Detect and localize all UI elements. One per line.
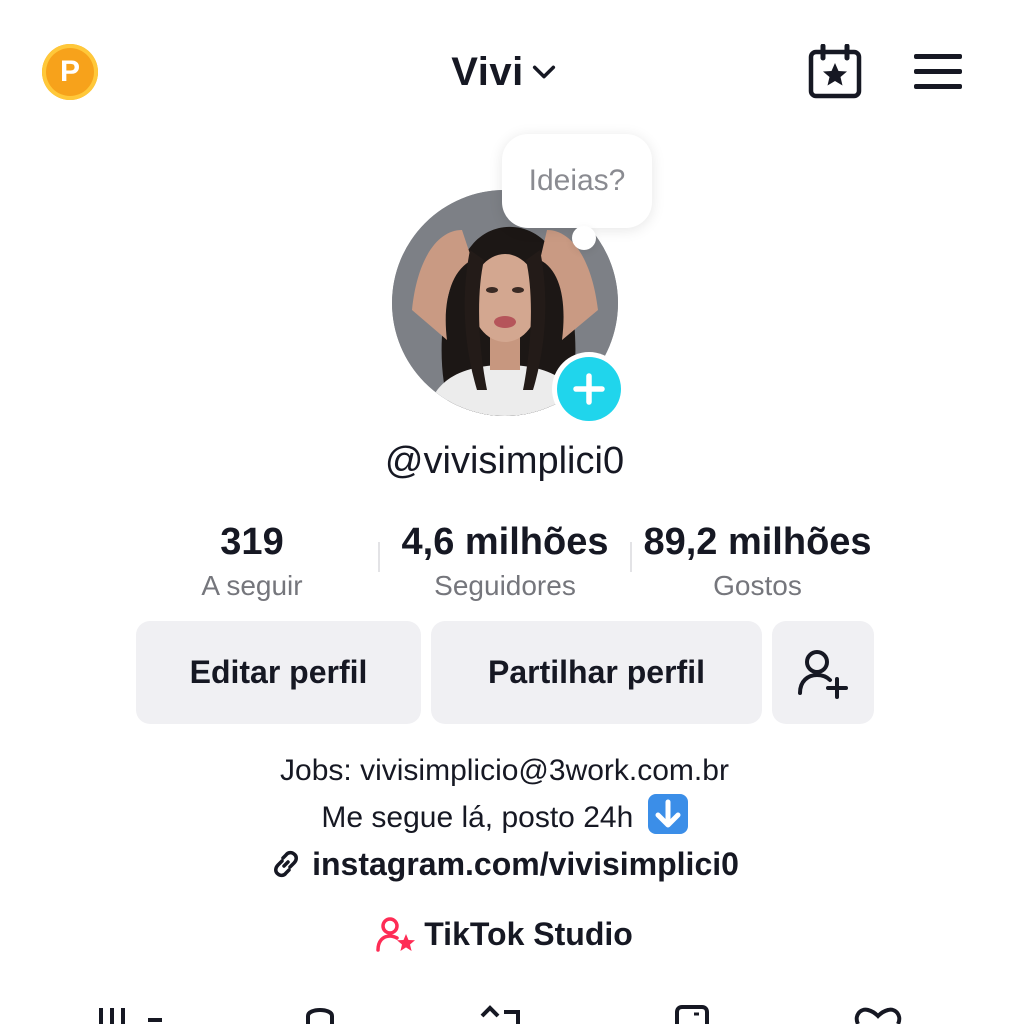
down-arrow-emoji-icon <box>647 794 688 834</box>
add-story-button[interactable] <box>557 357 621 421</box>
creator-star-icon <box>376 917 416 952</box>
stat-followers-value: 4,6 milhões <box>401 521 609 563</box>
add-user-icon <box>798 649 848 699</box>
lock-icon[interactable] <box>300 1002 340 1024</box>
plus-icon <box>573 373 605 405</box>
add-friend-button[interactable] <box>772 621 874 724</box>
bio-line-1: Jobs: vivisimplicio@3work.com.br <box>280 754 729 787</box>
stat-likes-label: Gostos <box>713 570 802 601</box>
edit-profile-button[interactable]: Editar perfil <box>136 621 421 724</box>
heart-icon[interactable] <box>852 1002 904 1024</box>
stat-divider <box>378 542 380 572</box>
grid-icon[interactable] <box>96 1002 166 1024</box>
calendar-star-icon[interactable] <box>806 44 866 100</box>
edit-profile-label: Editar perfil <box>189 654 368 690</box>
bubble-tail <box>572 226 596 250</box>
username-handle: @vivisimplici0 <box>384 440 625 482</box>
share-profile-button[interactable]: Partilhar perfil <box>431 621 762 724</box>
stat-following-label: A seguir <box>201 570 303 601</box>
bio-line-2: Me segue lá, posto 24h <box>0 794 1009 835</box>
account-name: Vivi <box>451 49 524 94</box>
link-icon <box>274 850 299 878</box>
stat-likes-value: 89,2 milhões <box>643 521 872 563</box>
share-profile-label: Partilhar perfil <box>488 654 705 690</box>
stat-following-value: 319 <box>220 521 284 563</box>
stat-followers-label: Seguidores <box>434 570 576 601</box>
ideas-bubble[interactable]: Ideias? <box>502 134 652 228</box>
chevron-down-icon <box>532 65 555 79</box>
bio-link-text: instagram.com/vivisimplici0 <box>312 845 739 882</box>
stat-following[interactable]: 319 A seguir <box>172 520 332 602</box>
stat-followers[interactable]: 4,6 milhões Seguidores <box>385 520 625 602</box>
bookmark-icon[interactable] <box>672 1002 712 1024</box>
tiktok-studio-label: TikTok Studio <box>424 915 633 952</box>
hamburger-menu-icon[interactable] <box>912 52 964 92</box>
ideas-bubble-text: Ideias? <box>528 164 626 197</box>
stat-likes[interactable]: 89,2 milhões Gostos <box>630 520 885 602</box>
repost-icon[interactable] <box>478 1002 524 1024</box>
bio-line-2-text: Me segue lá, posto 24h <box>321 801 634 834</box>
bio-link[interactable]: instagram.com/vivisimplici0 <box>0 842 1009 886</box>
tiktok-studio-link[interactable]: TikTok Studio <box>0 912 1009 956</box>
